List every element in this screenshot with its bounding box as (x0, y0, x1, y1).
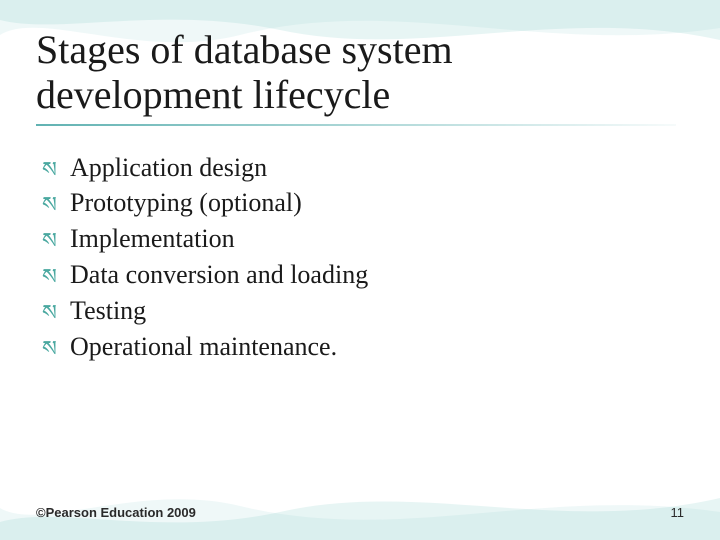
list-item: ས Prototyping (optional) (42, 185, 684, 221)
page-number: 11 (671, 505, 685, 520)
list-item: ས Operational maintenance. (42, 329, 684, 365)
list-item: ས Data conversion and loading (42, 257, 684, 293)
flourish-bullet-icon: ས (42, 155, 70, 185)
list-item: ས Implementation (42, 221, 684, 257)
flourish-bullet-icon: ས (42, 226, 70, 256)
slide-title: Stages of database system development li… (36, 28, 684, 118)
list-item-text: Operational maintenance. (70, 329, 337, 365)
bullet-list: ས Application design ས Prototyping (opti… (36, 150, 684, 365)
copyright-text: ©Pearson Education 2009 (36, 505, 196, 520)
list-item-text: Data conversion and loading (70, 257, 368, 293)
footer: ©Pearson Education 2009 11 (36, 505, 684, 520)
flourish-bullet-icon: ས (42, 190, 70, 220)
list-item: ས Application design (42, 150, 684, 186)
list-item-text: Implementation (70, 221, 235, 257)
list-item-text: Application design (70, 150, 267, 186)
title-line-2: development lifecycle (36, 72, 390, 117)
title-underline (36, 124, 676, 126)
flourish-bullet-icon: ས (42, 334, 70, 364)
title-line-1: Stages of database system (36, 27, 453, 72)
list-item: ས Testing (42, 293, 684, 329)
slide: Stages of database system development li… (0, 0, 720, 540)
list-item-text: Prototyping (optional) (70, 185, 302, 221)
list-item-text: Testing (70, 293, 146, 329)
flourish-bullet-icon: ས (42, 262, 70, 292)
content-area: Stages of database system development li… (36, 28, 684, 365)
flourish-bullet-icon: ས (42, 298, 70, 328)
